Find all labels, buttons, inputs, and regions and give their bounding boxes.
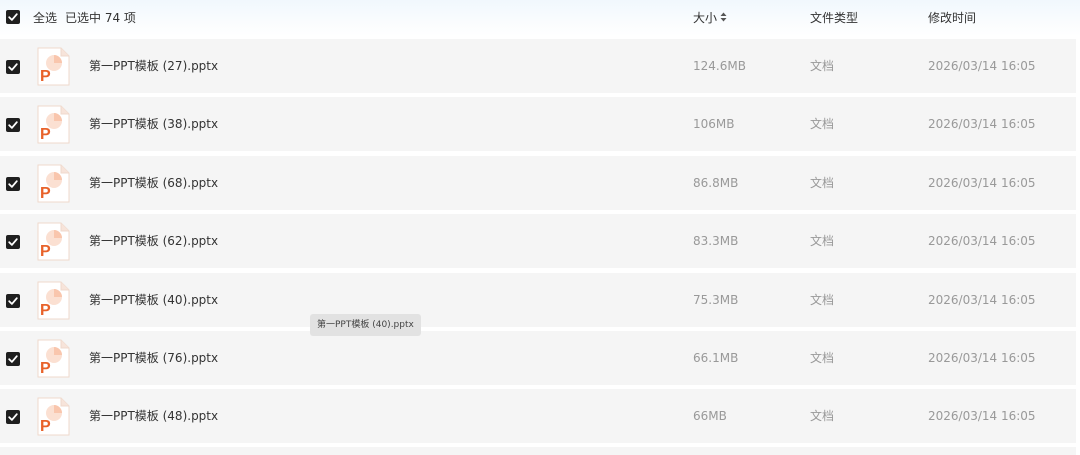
svg-text:P: P (40, 68, 51, 85)
file-mtime: 2026/03/14 16:05 (928, 234, 1036, 248)
next-row-partial (0, 447, 1076, 455)
row-checkbox[interactable] (6, 294, 20, 308)
check-icon (8, 238, 18, 246)
file-list-header: 全选 已选中 74 项 大小 文件类型 修改时间 (0, 0, 1080, 36)
column-header-mtime[interactable]: 修改时间 (928, 10, 976, 26)
row-checkbox[interactable] (6, 235, 20, 249)
check-icon (8, 63, 18, 71)
file-mtime: 2026/03/14 16:05 (928, 351, 1036, 365)
pptx-file-icon: P (37, 281, 70, 320)
svg-text:P: P (40, 302, 51, 319)
file-name[interactable]: 第一PPT模板 (48).pptx (89, 408, 218, 424)
file-mtime: 2026/03/14 16:05 (928, 117, 1036, 131)
check-icon (8, 121, 18, 129)
pptx-file-icon: P (37, 47, 70, 86)
pptx-file-icon: P (37, 339, 70, 378)
pptx-file-icon: P (37, 164, 70, 203)
file-type: 文档 (810, 176, 835, 190)
file-name[interactable]: 第一PPT模板 (27).pptx (89, 58, 218, 74)
row-checkbox[interactable] (6, 177, 20, 191)
select-all-checkbox[interactable] (6, 10, 20, 24)
file-type: 文档 (810, 409, 835, 423)
row-checkbox[interactable] (6, 410, 20, 424)
file-name[interactable]: 第一PPT模板 (76).pptx (89, 350, 218, 366)
file-row[interactable]: P 第一PPT模板 (48).pptx 66MB 文档 2026/03/14 1… (0, 389, 1076, 443)
check-icon (8, 413, 18, 421)
row-checkbox[interactable] (6, 352, 20, 366)
svg-text:P: P (40, 126, 51, 143)
file-mtime: 2026/03/14 16:05 (928, 59, 1036, 73)
file-row[interactable]: P 第一PPT模板 (68).pptx 86.8MB 文档 2026/03/14… (0, 156, 1076, 210)
svg-text:P: P (40, 243, 51, 260)
file-size: 124.6MB (693, 59, 746, 73)
pptx-file-icon: P (37, 397, 70, 436)
file-name[interactable]: 第一PPT模板 (62).pptx (89, 233, 218, 249)
svg-text:P: P (40, 360, 51, 377)
file-type: 文档 (810, 59, 835, 73)
sort-updown-icon[interactable] (720, 12, 727, 22)
file-row[interactable]: P 第一PPT模板 (27).pptx 124.6MB 文档 2026/03/1… (0, 39, 1076, 93)
file-type: 文档 (810, 293, 835, 307)
row-checkbox[interactable] (6, 60, 20, 74)
file-type: 文档 (810, 234, 835, 248)
select-all-label[interactable]: 全选 (33, 10, 57, 26)
file-size: 66.1MB (693, 351, 739, 365)
column-header-size[interactable]: 大小 (693, 10, 717, 26)
check-icon (8, 297, 18, 305)
svg-text:P: P (40, 418, 51, 435)
check-icon (8, 355, 18, 363)
check-icon (8, 13, 18, 21)
file-mtime: 2026/03/14 16:05 (928, 409, 1036, 423)
file-type: 文档 (810, 117, 835, 131)
svg-text:P: P (40, 185, 51, 202)
file-row[interactable]: P 第一PPT模板 (38).pptx 106MB 文档 2026/03/14 … (0, 97, 1076, 151)
file-name[interactable]: 第一PPT模板 (40).pptx (89, 292, 218, 308)
file-type: 文档 (810, 351, 835, 365)
selected-count: 已选中 74 项 (65, 11, 136, 25)
file-size: 83.3MB (693, 234, 739, 248)
file-row[interactable]: P 第一PPT模板 (76).pptx 66.1MB 文档 2026/03/14… (0, 331, 1076, 385)
pptx-file-icon: P (37, 222, 70, 261)
file-mtime: 2026/03/14 16:05 (928, 176, 1036, 190)
check-icon (8, 180, 18, 188)
file-name[interactable]: 第一PPT模板 (68).pptx (89, 175, 218, 191)
file-mtime: 2026/03/14 16:05 (928, 293, 1036, 307)
file-size: 66MB (693, 409, 727, 423)
file-name[interactable]: 第一PPT模板 (38).pptx (89, 116, 218, 132)
filename-tooltip: 第一PPT模板 (40).pptx (310, 314, 421, 336)
file-row[interactable]: P 第一PPT模板 (62).pptx 83.3MB 文档 2026/03/14… (0, 214, 1076, 268)
column-header-type[interactable]: 文件类型 (810, 10, 858, 26)
pptx-file-icon: P (37, 105, 70, 144)
file-row[interactable]: P 第一PPT模板 (40).pptx 75.3MB 文档 2026/03/14… (0, 273, 1076, 327)
file-size: 75.3MB (693, 293, 739, 307)
file-size: 106MB (693, 117, 735, 131)
file-size: 86.8MB (693, 176, 739, 190)
row-checkbox[interactable] (6, 118, 20, 132)
file-list-page: 全选 已选中 74 项 大小 文件类型 修改时间 P 第一PPT模板 (27).… (0, 0, 1080, 455)
